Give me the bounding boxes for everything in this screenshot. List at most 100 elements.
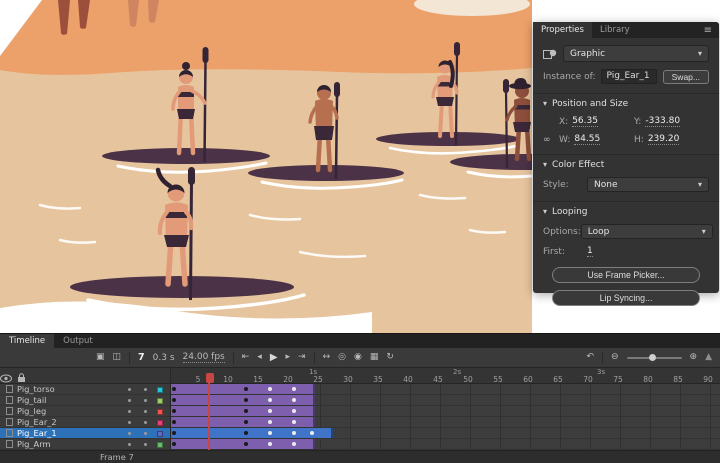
keyframe-dot[interactable]	[244, 409, 248, 413]
keyframe-dot[interactable]	[292, 442, 296, 446]
keyframe-dot[interactable]	[292, 398, 296, 402]
style-dropdown[interactable]: None ▾	[587, 177, 709, 192]
looping-options-dropdown[interactable]: Loop ▾	[581, 224, 713, 239]
layer-row[interactable]: Pig_leg	[0, 406, 170, 417]
panel-menu-icon[interactable]: ≡	[697, 22, 719, 38]
center-playhead-button[interactable]: ↔	[323, 353, 331, 362]
instance-name-field[interactable]: Pig_Ear_1	[601, 69, 657, 84]
lock-icon[interactable]	[17, 373, 26, 383]
layer-lock-dot[interactable]	[144, 388, 147, 391]
keyframe-dot[interactable]	[268, 387, 272, 391]
keyframe-dot[interactable]	[292, 409, 296, 413]
layer-depth-icon[interactable]: ◫	[113, 353, 122, 362]
timeline-zoom-slider[interactable]	[627, 357, 682, 359]
keyframe-dot[interactable]	[244, 442, 248, 446]
frame-rate-value[interactable]: 24.00 fps	[183, 352, 225, 363]
keyframe-dot[interactable]	[244, 398, 248, 402]
link-width-height-icon[interactable]: ∞	[543, 135, 559, 145]
keyframe-dot[interactable]	[310, 431, 314, 435]
keyframe-dot[interactable]	[268, 442, 272, 446]
tab-properties[interactable]: Properties	[533, 22, 592, 38]
frame-span[interactable]	[171, 428, 333, 438]
layer-name[interactable]: Pig_Arm	[17, 439, 51, 449]
layer-row[interactable]: Pig_tail	[0, 395, 170, 406]
keyframe-dot[interactable]	[244, 431, 248, 435]
onion-skin-button[interactable]: ◎	[338, 353, 346, 362]
symbol-type-dropdown[interactable]: Graphic ▾	[563, 45, 709, 62]
swap-button[interactable]: Swap...	[663, 70, 709, 84]
layer-name[interactable]: Pig_leg	[17, 406, 46, 416]
playhead-line[interactable]	[208, 374, 210, 450]
keyframe-dot[interactable]	[172, 431, 176, 435]
layer-visibility-dot[interactable]	[128, 410, 131, 413]
layer-frames-strip[interactable]	[171, 384, 720, 395]
keyframe-dot[interactable]	[172, 398, 176, 402]
layer-name[interactable]: Pig_Ear_2	[17, 417, 57, 427]
layer-visibility-dot[interactable]	[128, 388, 131, 391]
zoom-in-icon[interactable]: ⊕	[690, 353, 698, 362]
timeline-ruler[interactable]: 1s2s3s 510152025303540455055606570758085…	[171, 368, 720, 384]
section-position-size[interactable]: ▾ Position and Size	[533, 93, 719, 109]
keyframe-dot[interactable]	[244, 387, 248, 391]
layer-frames-strip[interactable]	[171, 406, 720, 417]
x-value[interactable]: 56.35	[572, 116, 598, 127]
layer-visibility-dot[interactable]	[128, 421, 131, 424]
keyframe-dot[interactable]	[172, 409, 176, 413]
layer-lock-dot[interactable]	[144, 443, 147, 446]
keyframe-dot[interactable]	[268, 409, 272, 413]
layer-frames-strip[interactable]	[171, 439, 720, 450]
layer-row[interactable]: Pig_Ear_2	[0, 417, 170, 428]
zoom-slider-thumb[interactable]	[649, 354, 656, 361]
keyframe-dot[interactable]	[292, 431, 296, 435]
layer-lock-dot[interactable]	[144, 399, 147, 402]
layer-frames-strip[interactable]	[171, 417, 720, 428]
section-color-effect[interactable]: ▾ Color Effect	[533, 154, 719, 170]
layer-lock-dot[interactable]	[144, 432, 147, 435]
layer-row[interactable]: Pig_torso	[0, 384, 170, 395]
keyframe-dot[interactable]	[268, 398, 272, 402]
tab-timeline[interactable]: Timeline	[0, 334, 54, 348]
keyframe-dot[interactable]	[268, 420, 272, 424]
step-forward-button[interactable]: ▸	[286, 353, 291, 362]
onion-outline-button[interactable]: ◉	[354, 353, 362, 362]
keyframe-dot[interactable]	[292, 420, 296, 424]
step-back-button[interactable]: ◂	[257, 353, 262, 362]
stage[interactable]	[0, 0, 532, 333]
layer-row[interactable]: Pig_Arm	[0, 439, 170, 450]
keyframe-dot[interactable]	[172, 442, 176, 446]
layer-visibility-dot[interactable]	[128, 399, 131, 402]
use-frame-picker-button[interactable]: Use Frame Picker...	[552, 267, 700, 283]
loop-playback-button[interactable]: ↻	[386, 353, 394, 362]
layer-lock-dot[interactable]	[144, 421, 147, 424]
play-button[interactable]: ▶	[270, 353, 278, 363]
keyframe-dot[interactable]	[268, 431, 272, 435]
w-value[interactable]: 84.55	[574, 134, 600, 145]
keyframe-dot[interactable]	[172, 387, 176, 391]
show-hide-eye-icon[interactable]	[0, 374, 12, 383]
y-value[interactable]: -333.80	[645, 116, 680, 127]
layer-name[interactable]: Pig_torso	[17, 384, 55, 394]
keyframe-dot[interactable]	[292, 387, 296, 391]
edit-multiple-frames-button[interactable]: ▦	[370, 353, 379, 362]
keyframe-dot[interactable]	[244, 420, 248, 424]
goto-first-frame-button[interactable]: ⇤	[242, 353, 250, 362]
first-value[interactable]: 1	[587, 246, 593, 257]
camera-icon[interactable]: ▣	[96, 353, 105, 362]
tab-output[interactable]: Output	[54, 334, 102, 348]
layer-name[interactable]: Pig_tail	[17, 395, 47, 405]
collapse-icon[interactable]: ▲	[705, 353, 712, 362]
section-looping[interactable]: ▾ Looping	[533, 201, 719, 217]
h-value[interactable]: 239.20	[648, 134, 680, 145]
layer-frames-strip[interactable]	[171, 395, 720, 406]
layer-visibility-dot[interactable]	[128, 432, 131, 435]
layer-lock-dot[interactable]	[144, 410, 147, 413]
keyframe-dot[interactable]	[172, 420, 176, 424]
goto-last-frame-button[interactable]: ⇥	[298, 353, 306, 362]
lip-syncing-button[interactable]: Lip Syncing...	[552, 290, 700, 306]
zoom-out-icon[interactable]: ⊖	[611, 353, 619, 362]
tab-library[interactable]: Library	[592, 22, 638, 38]
current-frame-indicator[interactable]: 7	[138, 352, 145, 363]
layer-frames-strip[interactable]	[171, 428, 720, 439]
layer-name[interactable]: Pig_Ear_1	[17, 428, 57, 438]
layer-row[interactable]: Pig_Ear_1	[0, 428, 170, 439]
